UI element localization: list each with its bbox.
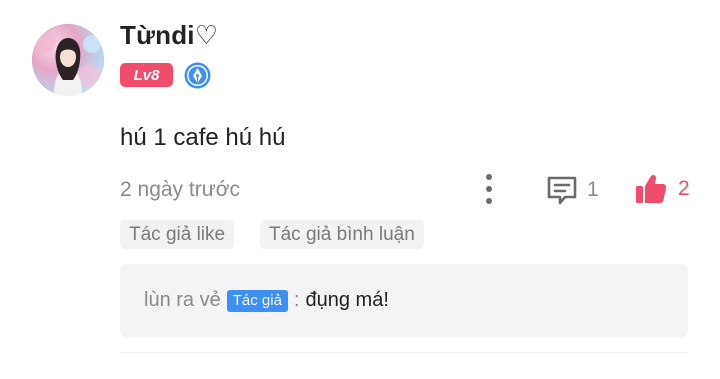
reply-text: đụng má! <box>305 289 389 311</box>
timestamp: 2 ngày trước <box>120 178 241 201</box>
reply-line: lùn ra vẻ Tác giả : đụng má! <box>144 264 389 337</box>
thumbs-up-icon <box>636 174 667 203</box>
username[interactable]: Từndi♡ <box>120 20 218 51</box>
avatar[interactable] <box>32 24 104 96</box>
reply-separator: : <box>293 289 300 311</box>
divider <box>120 352 688 353</box>
reply-button[interactable]: 1 <box>545 172 599 208</box>
reply-count: 1 <box>587 178 599 201</box>
comment-text: hú 1 cafe hú hú <box>120 124 286 151</box>
avatar-image <box>36 32 102 96</box>
like-count: 2 <box>678 177 690 200</box>
comment-icon <box>547 176 577 205</box>
author-replied-tag: Tác giả bình luận <box>260 220 424 249</box>
reply-author-name[interactable]: lùn ra vẻ <box>144 289 221 312</box>
author-reply-box[interactable]: lùn ra vẻ Tác giả : đụng má! <box>120 264 688 337</box>
comment-item: Từndi♡ Lv8 hú 1 cafe hú hú 2 ngày trước … <box>0 0 720 379</box>
author-liked-tag: Tác giả like <box>120 220 235 249</box>
author-badge: Tác giả <box>226 289 288 312</box>
like-button[interactable]: 2 <box>634 171 690 207</box>
more-vertical-icon[interactable] <box>480 172 500 206</box>
level-badge: Lv8 <box>120 63 173 87</box>
pen-nib-icon <box>184 62 211 89</box>
